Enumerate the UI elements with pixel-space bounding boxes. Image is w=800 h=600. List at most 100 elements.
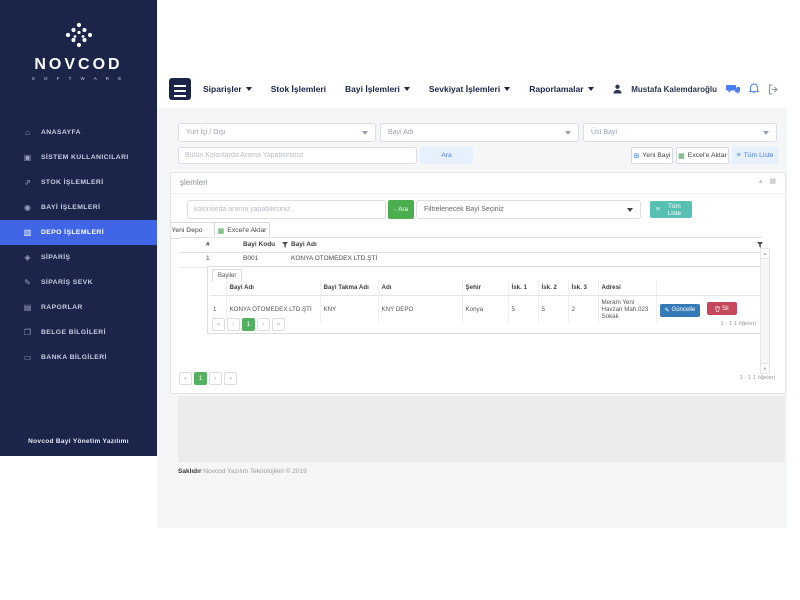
column-header-num[interactable]: # <box>206 241 210 248</box>
pager-first-button[interactable]: « <box>179 372 192 385</box>
button-label: Yeni Depo <box>171 227 202 234</box>
column-header-adresi[interactable]: Adresi <box>598 280 656 296</box>
user-area: Mustafa Kalemdaroğlu <box>613 70 779 108</box>
search-button[interactable]: Ara <box>420 147 473 164</box>
main-content: Yurt İçi / Dışı Bayi Adı Üst Bayi Ara ⊞ … <box>157 108 787 528</box>
filter-select-ust-bayi[interactable]: Üst Bayi <box>583 123 777 142</box>
select-value: Üst Bayi <box>591 129 617 136</box>
chevron-down-icon <box>404 87 410 91</box>
global-search-input[interactable] <box>178 147 417 164</box>
pager-next-button[interactable]: › <box>209 372 222 385</box>
tab-bayiler[interactable]: Bayiler <box>212 269 242 282</box>
pager-first-button[interactable]: « <box>212 318 225 331</box>
scroll-down-icon[interactable]: ▼ <box>761 363 769 373</box>
sidebar: NOVCOD S O F T W A R E ⌂ ANASAYFA ▣ SİST… <box>0 0 157 456</box>
nav-raporlamalar[interactable]: Raporlamalar <box>529 84 593 94</box>
notifications-bell-icon[interactable] <box>749 83 759 95</box>
cell-isk1: 5 <box>508 296 538 324</box>
sidebar-item-raporlar[interactable]: ▤ RAPORLAR <box>0 295 157 320</box>
detail-table: Bayi Adı Bayi Takma Adı Adı Şehir İsk. 1… <box>210 280 760 323</box>
filter-select-bayi-adi[interactable]: Bayi Adı <box>380 123 579 142</box>
panel-search-input[interactable] <box>187 200 386 219</box>
button-label: Tüm Liste <box>663 203 686 217</box>
column-header-bayi-kodu[interactable]: Bayi Kodu <box>243 241 275 248</box>
cell-actions: ✎ Güncelle Sil <box>656 296 760 324</box>
logout-icon[interactable] <box>768 84 779 95</box>
chevron-down-icon <box>565 131 571 135</box>
button-label: Sil <box>722 306 729 312</box>
sidebar-item-stok-islemleri[interactable]: ⇗ STOK İŞLEMLERİ <box>0 170 157 195</box>
select-value: Yurt İçi / Dışı <box>186 129 226 136</box>
nav-siparisler[interactable]: Siparişler <box>203 84 252 94</box>
pager-prev-button[interactable]: ‹ <box>227 318 240 331</box>
pager-page-1-button[interactable]: 1 <box>242 318 255 331</box>
pager-next-button[interactable]: › <box>257 318 270 331</box>
panel-tum-liste-button[interactable]: ≡ Tüm Liste <box>650 201 692 218</box>
column-header-isk1[interactable]: İsk. 1 <box>508 280 538 296</box>
columns-icon[interactable]: ▦ <box>769 177 776 185</box>
select-value: Bayi Adı <box>388 129 414 136</box>
chevron-down-icon <box>627 208 633 212</box>
column-header-isk2[interactable]: İsk. 2 <box>538 280 568 296</box>
plus-box-icon: ⊞ <box>634 152 640 160</box>
filter-select-yurt-ici-disi[interactable]: Yurt İçi / Dışı <box>178 123 376 142</box>
sidebar-item-siparis-sevk[interactable]: ✎ SİPARİŞ SEVK <box>0 270 157 295</box>
column-header-takma-adi[interactable]: Bayi Takma Adı <box>320 280 378 296</box>
sidebar-item-label: SİSTEM KULLANICILARI <box>41 154 129 161</box>
button-label: Ara <box>398 206 408 213</box>
sidebar-item-banka-bilgileri[interactable]: ▭ BANKA BİLGİLERİ <box>0 345 157 370</box>
column-header-isk3[interactable]: İsk. 3 <box>568 280 598 296</box>
bank-icon: ▭ <box>22 353 33 362</box>
button-label: Excel'e Aktar <box>688 152 727 159</box>
sidebar-item-bayi-islemleri[interactable]: ◉ BAYİ İŞLEMLERİ <box>0 195 157 220</box>
menu-toggle-button[interactable] <box>169 78 191 100</box>
chevron-down-icon <box>763 131 769 135</box>
column-header-bayi-adi[interactable]: Bayi Adı <box>291 241 317 248</box>
cell-isk2: 5 <box>538 296 568 324</box>
cell-adresi: Meram Yeni Havzan Mah.023 Sokak <box>598 296 656 324</box>
app-window: NOVCOD S O F T W A R E ⌂ ANASAYFA ▣ SİST… <box>0 0 800 600</box>
sidebar-item-siparis[interactable]: ◈ SİPARİŞ <box>0 245 157 270</box>
filter-funnel-icon[interactable] <box>282 242 288 248</box>
sil-button[interactable]: Sil <box>707 302 737 315</box>
top-navigation: Siparişler Stok İşlemleri Bayi İşlemleri… <box>203 70 594 108</box>
pager-items-count: 1 - 1 1 öğeleri <box>740 375 775 381</box>
sidebar-item-anasayfa[interactable]: ⌂ ANASAYFA <box>0 120 157 145</box>
nav-bayi-islemleri[interactable]: Bayi İşlemleri <box>345 84 410 94</box>
sidebar-item-label: SİPARİŞ <box>41 254 71 261</box>
panel-search-button[interactable]: Ara <box>388 200 414 219</box>
nav-sevkiyat-islemleri[interactable]: Sevkiyat İşlemleri <box>429 84 510 94</box>
pager-last-button[interactable]: » <box>224 372 237 385</box>
nav-label: Sevkiyat İşlemleri <box>429 84 500 94</box>
vertical-scrollbar[interactable]: ▲ ▼ <box>760 248 770 374</box>
cell-sehir: Konya <box>462 296 508 324</box>
cell-num: 1 <box>206 255 210 262</box>
table-row[interactable]: 1 KONYA OTOMEDEX LTD.ŞTİ KNY KNY DEPO Ko… <box>210 296 760 324</box>
sidebar-item-sistem-kullanicilari[interactable]: ▣ SİSTEM KULLANICILARI <box>0 145 157 170</box>
collapse-icon[interactable]: ▴ <box>759 177 763 185</box>
column-header-adi[interactable]: Adı <box>378 280 462 296</box>
pager-last-button[interactable]: » <box>272 318 285 331</box>
yeni-bayi-button[interactable]: ⊞ Yeni Bayi <box>631 147 673 164</box>
column-header-sehir[interactable]: Şehir <box>462 280 508 296</box>
messages-icon[interactable] <box>726 84 740 95</box>
cell-takma-adi: KNY <box>320 296 378 324</box>
filtrelenecek-bayi-select[interactable]: Filtrelenecek Bayi Seçiniz <box>416 200 641 219</box>
excel-export-button[interactable]: ▦ Excel'e Aktar <box>676 147 729 164</box>
scroll-up-icon[interactable]: ▲ <box>761 249 769 259</box>
panel-title: şlemleri <box>180 178 208 187</box>
logo-subtitle: S O F T W A R E <box>0 76 157 81</box>
shipment-icon: ✎ <box>22 278 33 287</box>
grid-pager: « 1 › » <box>179 372 237 385</box>
nav-stok-islemleri[interactable]: Stok İşlemleri <box>271 84 326 94</box>
nav-label: Raporlamalar <box>529 84 583 94</box>
dealer-icon: ◉ <box>22 203 33 212</box>
sidebar-item-belge-bilgileri[interactable]: ❐ BELGE BİLGİLERİ <box>0 320 157 345</box>
user-name[interactable]: Mustafa Kalemdaroğlu <box>631 85 717 94</box>
sidebar-item-depo-islemleri[interactable]: ▥ DEPO İŞLEMLERİ <box>0 220 157 245</box>
column-header-bayi-adi[interactable]: Bayi Adı <box>226 280 320 296</box>
tum-liste-button[interactable]: ≡ Tüm Liste <box>732 147 778 164</box>
pager-page-1-button[interactable]: 1 <box>194 372 207 385</box>
chevron-down-icon <box>588 87 594 91</box>
guncelle-button[interactable]: ✎ Güncelle <box>660 304 701 317</box>
